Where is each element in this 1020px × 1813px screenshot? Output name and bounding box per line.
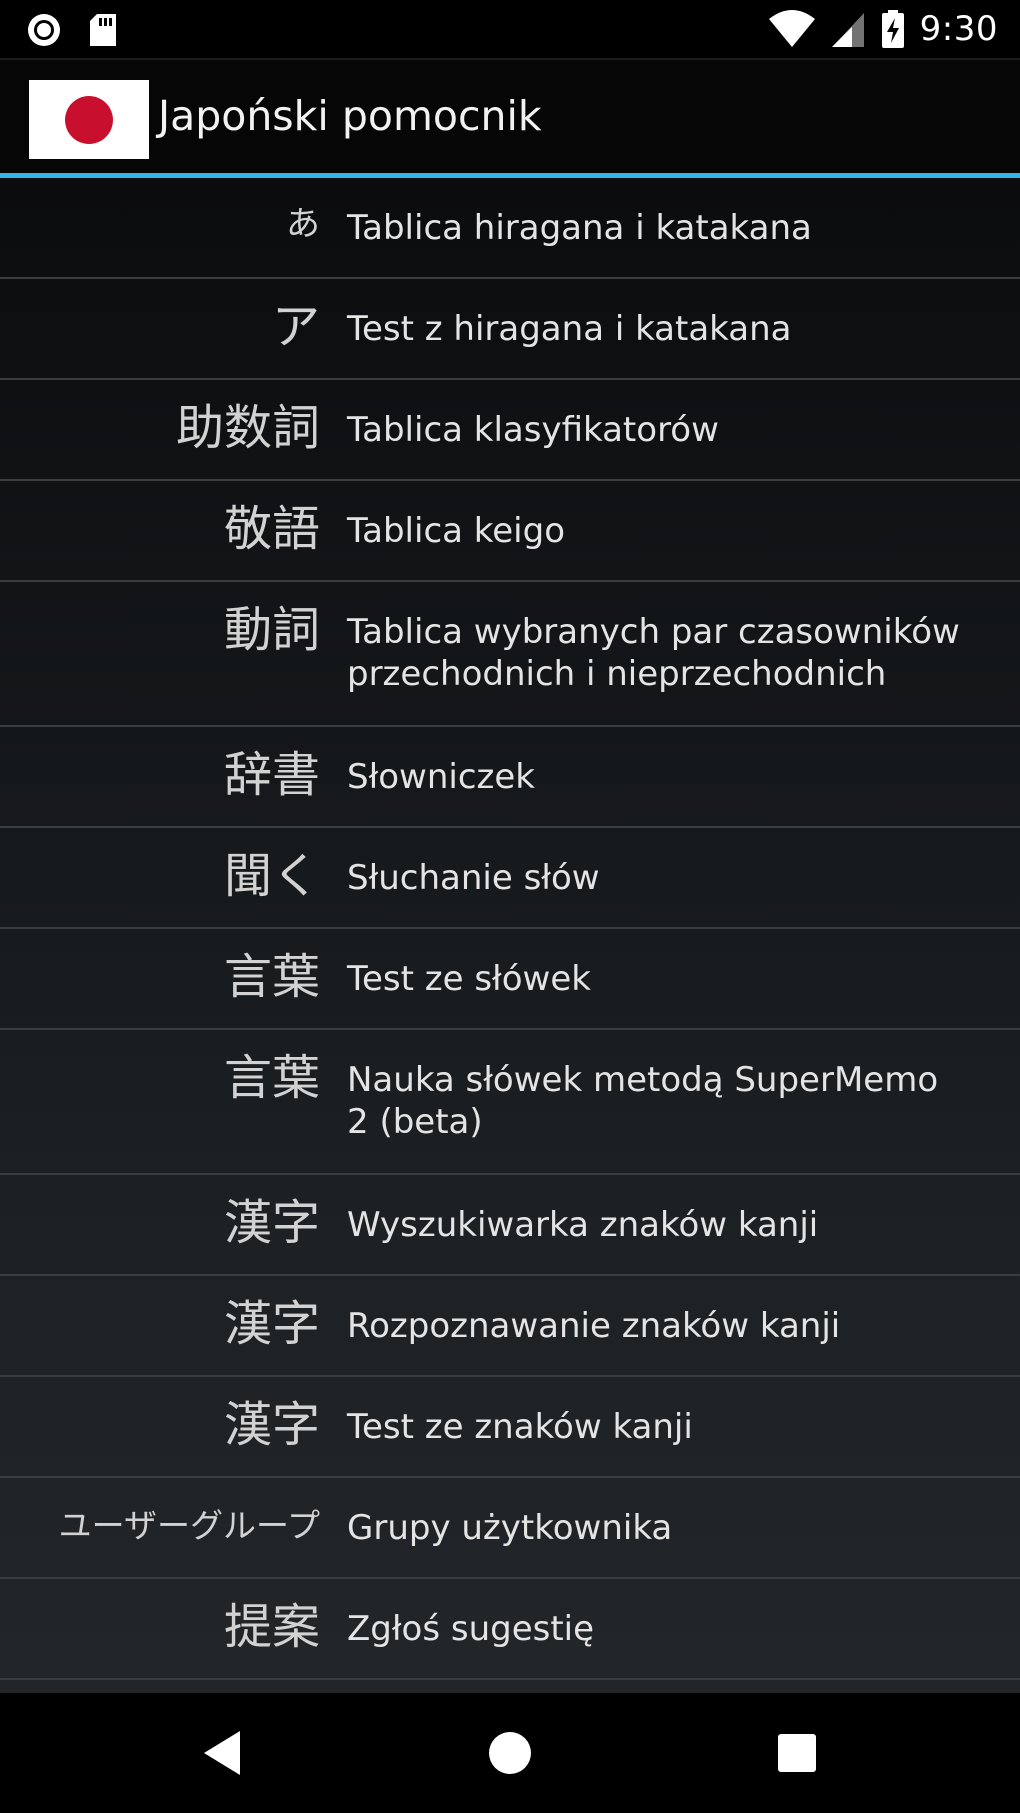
menu-list: あ Tablica hiragana i katakana ア Test z h… (0, 178, 1020, 1693)
menu-item-jp-label: 聞く (223, 848, 320, 904)
menu-item-label: Słowniczek (347, 757, 535, 797)
status-clock: 9:30 (919, 9, 998, 49)
navigation-bar (0, 1693, 1020, 1813)
menu-item-label: Nauka słówek metodą SuperMemo 2 (beta) (347, 1060, 939, 1142)
cell-signal-icon (831, 13, 864, 47)
menu-item-suggestion[interactable]: 提案 Zgłoś sugestię (0, 1579, 1020, 1680)
menu-item-user-groups[interactable]: ユーザーグループ Grupy użytkownika (0, 1478, 1020, 1579)
menu-item-jp-label: 動詞 (223, 602, 320, 658)
menu-item-label: Rozpoznawanie znaków kanji (347, 1306, 841, 1346)
record-icon (28, 14, 60, 46)
menu-item-kanji-test[interactable]: 漢字 Test ze znaków kanji (0, 1377, 1020, 1478)
wifi-icon (768, 10, 815, 47)
menu-item-label: Tablica hiragana i katakana (347, 208, 812, 248)
action-bar: Japoński pomocnik (0, 58, 1020, 176)
menu-item-kanji-search[interactable]: 漢字 Wyszukiwarka znaków kanji (0, 1175, 1020, 1276)
menu-item-label: Tablica klasyfikatorów (347, 410, 719, 450)
menu-item-vocab-test[interactable]: 言葉 Test ze słówek (0, 929, 1020, 1030)
flag-sun (65, 96, 113, 144)
menu-item-label: Tablica wybranych par czasowników przech… (347, 612, 960, 694)
menu-item-jp-label: ア (271, 299, 320, 355)
menu-item-verb-pairs[interactable]: 動詞 Tablica wybranych par czasowników prz… (0, 582, 1020, 727)
menu-item-jp-label: 辞書 (223, 747, 320, 803)
menu-item-jp-label: 敬語 (223, 501, 320, 557)
menu-item-jp-label: 提案 (223, 1599, 320, 1655)
sd-card-icon (90, 14, 116, 46)
menu-item-jp-label: 言葉 (223, 1050, 320, 1106)
menu-item-label: Test z hiragana i katakana (347, 309, 792, 349)
menu-item-jp-label: あ (286, 204, 320, 244)
menu-item-label: Test ze znaków kanji (347, 1407, 693, 1447)
menu-item-jp-label: 漢字 (223, 1195, 320, 1251)
menu-item-label: Test ze słówek (347, 959, 591, 999)
menu-item-keigo[interactable]: 敬語 Tablica keigo (0, 481, 1020, 582)
menu-item-jp-label: 助数詞 (175, 400, 320, 456)
menu-item-classifiers[interactable]: 助数詞 Tablica klasyfikatorów (0, 380, 1020, 481)
menu-item-label: Grupy użytkownika (347, 1508, 673, 1548)
menu-item-label: Tablica keigo (347, 511, 566, 551)
menu-item-jp-label: 漢字 (223, 1296, 320, 1352)
menu-item-jp-label: ユーザーグループ (58, 1506, 320, 1545)
japan-flag-icon[interactable] (29, 80, 149, 159)
menu-item-label: Zgłoś sugestię (347, 1609, 595, 1649)
menu-item-dictionary[interactable]: 辞書 Słowniczek (0, 727, 1020, 828)
menu-item-jp-label: 漢字 (223, 1397, 320, 1453)
status-bar: 9:30 (0, 0, 1020, 58)
menu-item-label: Słuchanie słów (347, 858, 600, 898)
status-left-icons (26, 12, 118, 48)
menu-item-listening[interactable]: 聞く Słuchanie słów (0, 828, 1020, 929)
menu-item-jp-label: 言葉 (223, 949, 320, 1005)
menu-item-hiragana-test[interactable]: ア Test z hiragana i katakana (0, 279, 1020, 380)
menu-item-hiragana-table[interactable]: あ Tablica hiragana i katakana (0, 178, 1020, 279)
home-icon[interactable] (480, 1723, 540, 1783)
status-right-icons: 9:30 (768, 8, 998, 50)
recents-icon[interactable] (767, 1723, 827, 1783)
menu-item-kanji-recognition[interactable]: 漢字 Rozpoznawanie znaków kanji (0, 1276, 1020, 1377)
menu-item-label: Wyszukiwarka znaków kanji (347, 1205, 819, 1245)
back-icon[interactable] (192, 1723, 252, 1783)
menu-item-supermemo[interactable]: 言葉 Nauka słówek metodą SuperMemo 2 (beta… (0, 1030, 1020, 1175)
app-title: Japoński pomocnik (158, 92, 542, 140)
battery-charging-icon (881, 10, 904, 48)
